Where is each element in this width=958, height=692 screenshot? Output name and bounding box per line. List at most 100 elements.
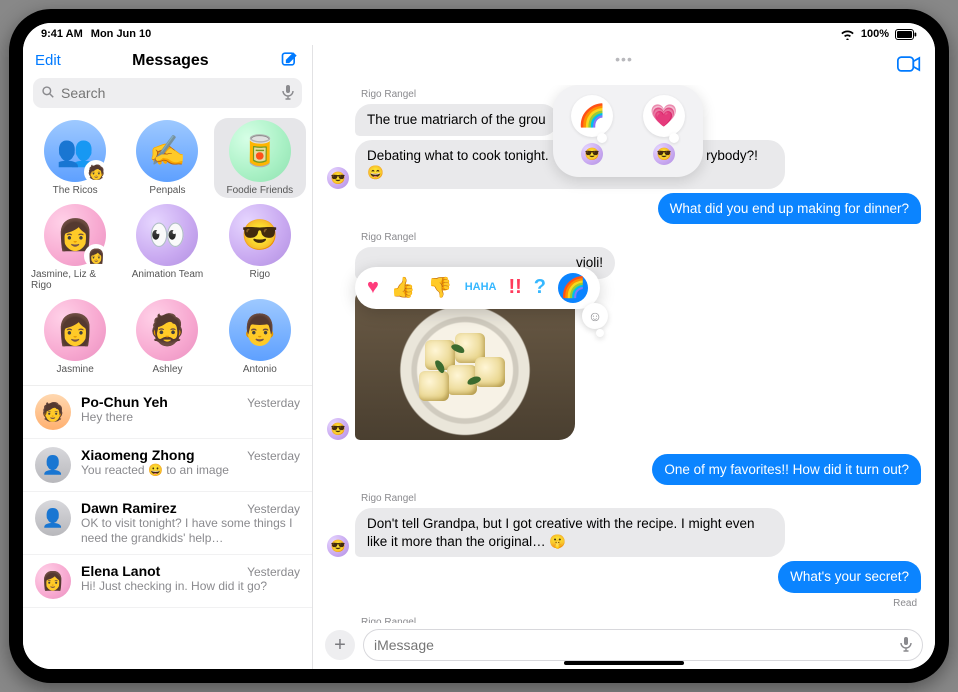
pinned-conversations: 👥🧑 The Ricos ✍️ Penpals 🥫 Foodie Friends… [23, 114, 312, 385]
tapback-exclaim[interactable]: !! [508, 276, 521, 299]
pinned-foodie-friends[interactable]: 🥫 Foodie Friends [214, 118, 306, 198]
sidebar: Edit Messages [23, 45, 313, 669]
avatar: 👤 [35, 500, 71, 536]
pinned-penpals[interactable]: ✍️ Penpals [121, 118, 213, 198]
convo-name: Elena Lanot [81, 563, 160, 579]
search-input[interactable] [61, 85, 276, 101]
pin-label: The Ricos [53, 185, 98, 196]
convo-time: Yesterday [247, 502, 300, 516]
tapback-entry-rainbow[interactable]: 🌈 😎 [571, 95, 613, 165]
pinned-animation-team[interactable]: 👀 Animation Team [121, 202, 213, 293]
dictation-icon[interactable] [282, 84, 294, 103]
rainbow-icon: 🌈 [571, 95, 613, 137]
pin-label: Penpals [149, 185, 185, 196]
message-row: What did you end up making for dinner? [327, 193, 921, 225]
tapback-rainbow-selected[interactable]: 🌈 [558, 273, 588, 303]
status-time: 9:41 AM [41, 28, 83, 40]
list-item[interactable]: 👤 Xiaomeng Zhong Yesterday You reacted 😀… [23, 439, 312, 492]
sidebar-title: Messages [132, 52, 209, 70]
pinned-jasmine-liz-rigo[interactable]: 👩👩 Jasmine, Liz & Rigo [29, 202, 121, 293]
message-row: What's your secret? [327, 561, 921, 593]
pinned-rigo[interactable]: 😎 Rigo [214, 202, 306, 293]
messages-app: Edit Messages [23, 45, 935, 669]
message-bubble-out[interactable]: One of my favorites!! How did it turn ou… [652, 454, 921, 486]
compose-button[interactable] [280, 49, 300, 72]
tapback-thumbs-up[interactable]: 👍 [391, 275, 416, 300]
message-bubble-in[interactable]: The true matriarch of the grou [355, 104, 558, 136]
screen: 9:41 AM Mon Jun 10 100% Edit Messages [23, 23, 935, 669]
dictation-icon[interactable] [900, 636, 912, 655]
tapback-heart[interactable]: ♥ [367, 276, 379, 299]
attachments-button[interactable]: + [325, 630, 355, 660]
pin-label: Jasmine, Liz & Rigo [31, 269, 119, 291]
conversation-list[interactable]: 🧑 Po-Chun Yeh Yesterday Hey there 👤 [23, 385, 312, 669]
wifi-icon [840, 29, 855, 40]
pin-label: Animation Team [132, 269, 204, 280]
tapback-picker[interactable]: ♥ 👍 👎 HAHA !! ? 🌈 ☺ [355, 267, 600, 309]
search-field[interactable] [33, 78, 302, 108]
pane-header: ••• [313, 45, 935, 85]
message-thread[interactable]: 🌈 😎 💗 😎 Rigo Rangel The true matriarch o… [313, 85, 935, 623]
video-icon [897, 61, 921, 76]
message-bubble-out[interactable]: What did you end up making for dinner? [658, 193, 921, 225]
pin-label: Jasmine [57, 364, 94, 375]
list-item[interactable]: 👩 Elena Lanot Yesterday Hi! Just checkin… [23, 555, 312, 608]
avatar: 🧔 [136, 299, 198, 361]
avatar: 🥫 [229, 120, 291, 182]
avatar: 👩 [35, 563, 71, 599]
tapback-question[interactable]: ? [534, 276, 546, 299]
pinned-ashley[interactable]: 🧔 Ashley [121, 297, 213, 377]
convo-preview: Hi! Just checking in. How did it go? [81, 579, 300, 594]
battery-icon [895, 29, 917, 40]
pin-label: Antonio [243, 364, 277, 375]
compose-input[interactable] [374, 637, 892, 653]
pinned-antonio[interactable]: 👨 Antonio [214, 297, 306, 377]
edit-button[interactable]: Edit [35, 52, 61, 69]
rainbow-icon: 🌈 [561, 275, 586, 300]
message-row: 😎 ♥ 👍 👎 HAHA !! ? 🌈 ☺ [327, 285, 921, 440]
avatar: ✍️ [136, 120, 198, 182]
avatar: 😎 [229, 204, 291, 266]
pin-label: Rigo [250, 269, 271, 280]
tapback-add-emoji[interactable]: ☺ [582, 303, 608, 329]
pinned-jasmine[interactable]: 👩 Jasmine [29, 297, 121, 377]
list-item[interactable]: 👤 Dawn Ramirez Yesterday OK to visit ton… [23, 492, 312, 555]
convo-preview: You reacted 😀 to an image [81, 463, 300, 478]
avatar: 👀 [136, 204, 198, 266]
compose-field[interactable] [363, 629, 923, 661]
message-text: Debating what to cook tonight. [367, 148, 549, 163]
avatar: 👩 [44, 299, 106, 361]
avatar: 👥🧑 [44, 120, 106, 182]
list-item[interactable]: 🧑 Po-Chun Yeh Yesterday Hey there [23, 386, 312, 439]
tapback-thumbs-down[interactable]: 👎 [428, 275, 453, 300]
sender-label: Rigo Rangel [361, 617, 921, 623]
status-bar: 9:41 AM Mon Jun 10 100% [23, 23, 935, 45]
avatar: 😎 [327, 167, 349, 189]
status-date: Mon Jun 10 [91, 28, 152, 40]
heart-icon: 💗 [643, 95, 685, 137]
message-bubble-in[interactable]: Don't tell Grandpa, but I got creative w… [355, 508, 785, 557]
tapback-entry-heart[interactable]: 💗 😎 [643, 95, 685, 165]
pinned-the-ricos[interactable]: 👥🧑 The Ricos [29, 118, 121, 198]
avatar: 👩👩 [44, 204, 106, 266]
convo-preview: Hey there [81, 410, 300, 425]
convo-time: Yesterday [247, 449, 300, 463]
resize-handle-icon[interactable]: ••• [615, 51, 633, 67]
tapback-summary-popover[interactable]: 🌈 😎 💗 😎 [553, 85, 703, 177]
convo-name: Po-Chun Yeh [81, 394, 168, 410]
message-bubble-out[interactable]: What's your secret? [778, 561, 921, 593]
sender-label: Rigo Rangel [361, 493, 921, 504]
home-indicator[interactable] [564, 661, 684, 665]
convo-preview: OK to visit tonight? I have some things … [81, 516, 300, 546]
sender-label: Rigo Rangel [361, 232, 921, 243]
tapback-haha[interactable]: HAHA [465, 283, 497, 293]
sidebar-header: Edit Messages [23, 45, 312, 74]
search-icon [41, 85, 55, 102]
facetime-button[interactable] [897, 55, 921, 76]
convo-time: Yesterday [247, 396, 300, 410]
compose-icon [280, 57, 300, 72]
convo-name: Xiaomeng Zhong [81, 447, 195, 463]
message-row: One of my favorites!! How did it turn ou… [327, 454, 921, 486]
plus-icon: + [334, 634, 346, 657]
read-receipt: Read [327, 598, 921, 609]
